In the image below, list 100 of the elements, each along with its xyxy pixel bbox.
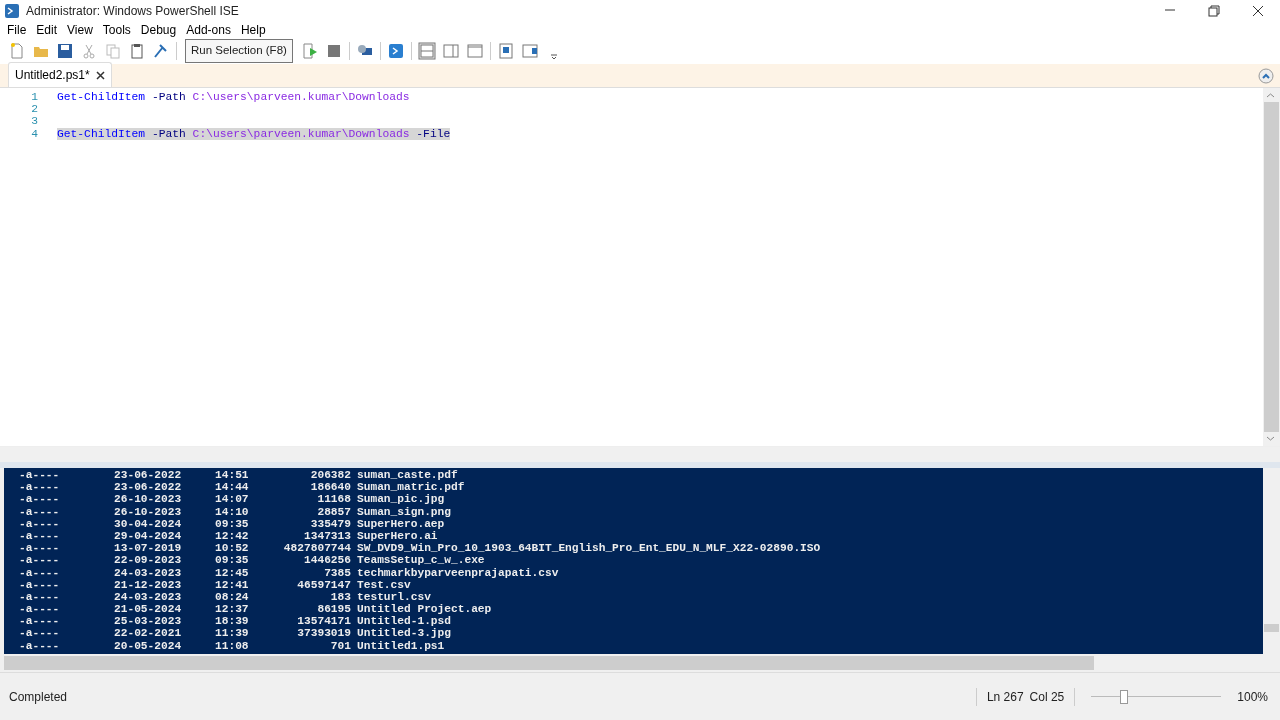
console-text: 11168 [316,493,351,506]
console-text: 24-03-2023 [114,590,183,604]
close-icon[interactable] [95,70,105,80]
console-text: 11:39 [215,627,250,640]
menu-item[interactable]: Add-ons [181,22,236,38]
console-text: -a---- [19,603,61,616]
cursor-line: Ln 267 [986,688,1024,706]
horizontal-scrollbar[interactable] [0,446,1280,462]
console-text: 08:24 [215,590,250,604]
console-text: 206382 [309,469,351,482]
console-text: -a---- [19,590,61,604]
console-text: 335479 [309,517,351,530]
layout-right-icon[interactable] [441,42,460,60]
console-text: 12:45 [215,566,250,579]
console-text: 14:10 [215,505,250,518]
menu-item[interactable]: Tools [97,22,136,38]
console-text: Test.csv [357,578,411,591]
close-icon[interactable] [1251,4,1265,18]
line-number: 3 [30,115,39,128]
console-text: 12:42 [215,529,250,543]
console-text: TeamsSetup_c_w_.exe [357,554,485,567]
console-text: Suman_pic.jpg [357,493,445,506]
console-text: 21-05-2024 [114,603,183,616]
powershell-icon[interactable] [386,42,405,60]
console-text: 26-10-2023 [114,505,183,518]
command-pane-icon[interactable] [520,42,539,60]
cursor-column: Col 25 [1029,687,1065,706]
console-text: 12:37 [215,603,250,616]
console-text: 1446256 [303,554,351,567]
layout-top-icon[interactable] [417,42,436,60]
save-icon[interactable] [56,42,74,60]
horizontal-scrollbar[interactable] [0,654,1280,672]
console-text: Untitled Project.aep [357,603,492,616]
console-text: -a---- [19,469,61,482]
run-selection-icon[interactable] [300,42,319,60]
console-text: Untitled-1.psd [357,615,451,628]
console-text: 26-10-2023 [114,493,183,506]
menu-item[interactable]: View [62,22,98,38]
console-text: 18:39 [215,615,250,628]
console-text: 37393019 [296,627,351,640]
console-text: 14:51 [215,469,250,482]
console-text: 14:44 [215,481,250,494]
vertical-scrollbar[interactable] [1263,88,1280,446]
console-text: 20-05-2024 [114,639,183,652]
console-text: 24-03-2023 [114,566,183,579]
console-text: 11:08 [215,639,250,652]
console-text: -a---- [19,529,61,543]
console-text: Suman_matric.pdf [357,481,465,494]
console-text: SuperHero.ai [357,529,438,543]
console-text: SW_DVD9_Win_Pro_10_1903_64BIT_English_Pro_Ent_EDU_N_MLF_X22-02890.ISO [357,542,821,555]
console-text: -a---- [19,639,61,652]
console-text: 1347313 [303,529,351,543]
clipboard-icon[interactable] [128,42,146,60]
console-text: 25-03-2023 [114,615,183,628]
line-number: 4 [30,127,39,140]
console-text: 30-04-2024 [114,517,183,530]
console-text: 701 [329,639,351,652]
console-text: techmarkbyparveenprajapati.csv [357,566,559,579]
app-icon [4,3,20,19]
console-text: 23-06-2022 [114,481,183,494]
console-text: -a---- [19,554,61,567]
copy-icon[interactable] [104,42,122,60]
line-number: 1 [30,91,39,104]
console-text: -a---- [19,615,61,628]
console-text: 22-09-2023 [114,554,183,567]
console-text: 7385 [323,566,351,579]
console-text: 12:41 [215,578,250,591]
menu-item[interactable]: File [2,22,32,38]
script-pane-icon[interactable] [496,42,515,60]
console-text: 09:35 [215,517,250,530]
console-text: -a---- [19,566,61,579]
console-text: testurl.csv [357,590,431,604]
restore-icon[interactable] [1207,4,1221,18]
console-text: 13-07-2019 [114,542,183,555]
console-text: 14:07 [215,493,250,506]
tooltip: Run Selection (F8) [185,39,293,63]
console-text: 23-06-2022 [114,469,183,482]
window-title: Administrator: Windows PowerShell ISE [26,3,239,20]
console-text: -a---- [19,627,61,640]
console-text: Untitled-3.jpg [357,627,451,640]
console-text: -a---- [19,493,61,506]
console-text: 21-12-2023 [114,578,183,591]
layout-max-icon[interactable] [465,42,484,60]
zoom-level: 100% [1237,688,1268,706]
menu-item[interactable]: Edit [31,22,63,38]
file-tab[interactable]: Untitled2.ps1* [8,62,112,87]
console-text: 186640 [309,481,351,494]
scissors-icon[interactable] [80,42,98,60]
console-text: -a---- [19,505,61,518]
console-text: -a---- [19,481,61,494]
console-text: -a---- [19,517,61,530]
console-text: 29-04-2024 [114,529,183,543]
menu-item[interactable]: Help [235,22,271,38]
console-text: SuperHero.aep [357,517,445,530]
new-file-icon[interactable] [8,42,26,60]
console-text: 28857 [316,505,351,518]
menu-item[interactable]: Debug [135,22,182,38]
collapse-icon[interactable] [1258,68,1274,84]
slider-thumb[interactable] [1119,689,1128,704]
status-text: Completed [9,688,68,706]
